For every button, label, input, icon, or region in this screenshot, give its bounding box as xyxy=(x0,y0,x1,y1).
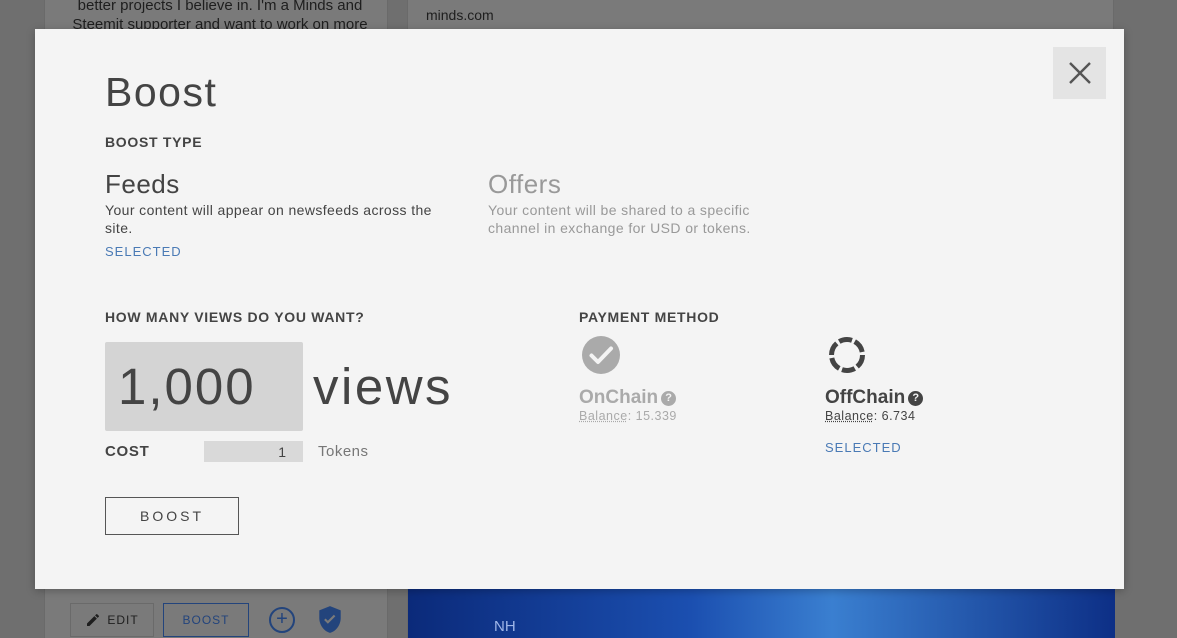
background-edit-button: EDIT xyxy=(70,603,154,637)
boost-type-feeds-description: Your content will appear on newsfeeds ac… xyxy=(105,202,432,236)
views-input[interactable] xyxy=(105,342,303,431)
pencil-icon xyxy=(87,613,100,626)
payment-offchain-label: OffChain xyxy=(825,387,906,408)
boost-type-offers-description: Your content will be shared to a specifi… xyxy=(488,202,751,236)
check-circle-icon xyxy=(582,336,620,374)
help-icon[interactable]: ? xyxy=(908,390,924,406)
boost-submit-button[interactable]: BOOST xyxy=(105,497,239,535)
payment-onchain-balance-label: Balance xyxy=(579,409,628,423)
views-unit-label: views xyxy=(313,358,454,415)
boost-modal: Boost BOOST TYPE Feeds Your content will… xyxy=(35,29,1124,589)
boost-type-label: BOOST TYPE xyxy=(105,134,203,150)
background-actions: EDIT BOOST + xyxy=(45,603,389,638)
plus-icon: + xyxy=(269,607,295,633)
modal-title: Boost xyxy=(105,69,218,115)
background-edit-label: EDIT xyxy=(107,613,139,627)
background-image-label: NH xyxy=(494,618,516,635)
close-button[interactable] xyxy=(1053,47,1106,99)
shield-icon xyxy=(319,606,341,633)
background-post-image: NH xyxy=(408,588,1115,638)
payment-offchain-selected: SELECTED xyxy=(825,440,902,455)
payment-onchain-name: OnChain ? xyxy=(579,387,677,409)
cost-label: COST xyxy=(105,443,150,460)
close-icon xyxy=(1068,62,1091,84)
cost-unit-label: Tokens xyxy=(318,443,369,460)
boost-type-offers-name: Offers xyxy=(488,169,562,199)
payment-offchain-balance: Balance: 6.734 xyxy=(825,409,915,423)
payment-onchain-label: OnChain xyxy=(579,387,659,408)
payment-onchain-balance: Balance: 15.339 xyxy=(579,409,677,423)
help-icon[interactable]: ? xyxy=(661,390,677,406)
background-link: minds.com xyxy=(426,7,494,23)
payment-offchain-balance-label: Balance xyxy=(825,409,874,423)
payment-offchain-name: OffChain ? xyxy=(825,387,924,409)
payment-onchain-balance-value: : 15.339 xyxy=(627,409,677,423)
payment-method-label: PAYMENT METHOD xyxy=(579,309,720,325)
boost-type-feeds-name: Feeds xyxy=(105,169,180,199)
ring-icon xyxy=(829,337,865,373)
boost-type-feeds-selected: SELECTED xyxy=(105,244,182,259)
payment-offchain-balance-value: : 6.734 xyxy=(873,409,916,423)
views-question-label: HOW MANY VIEWS DO YOU WANT? xyxy=(105,309,365,325)
background-boost-button: BOOST xyxy=(163,603,249,637)
cost-input[interactable] xyxy=(204,441,303,462)
